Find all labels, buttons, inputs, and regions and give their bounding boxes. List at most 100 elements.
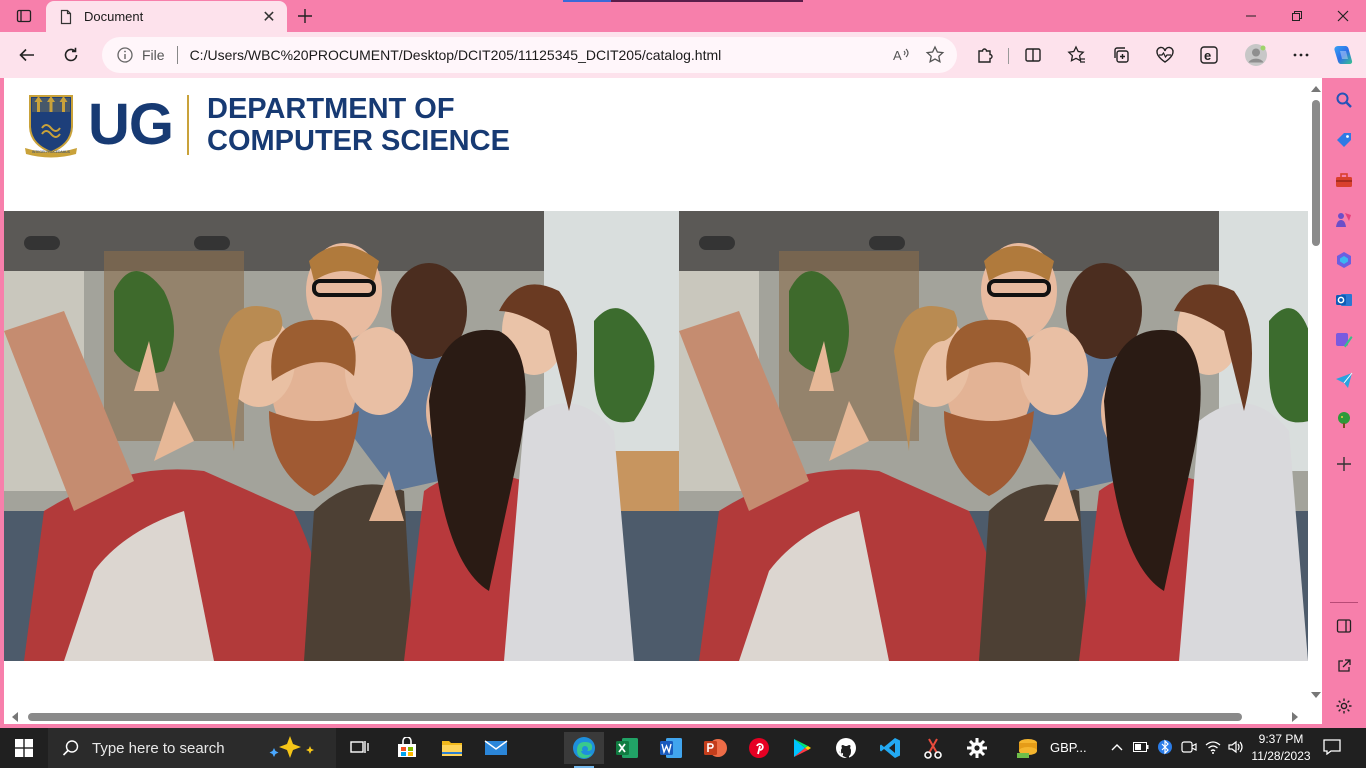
sidebar-designer[interactable]: [1332, 328, 1356, 352]
taskbar-google-play[interactable]: [782, 732, 822, 764]
notification-center[interactable]: [1323, 738, 1341, 756]
copilot-button[interactable]: [1328, 40, 1358, 70]
bluetooth-indicator[interactable]: [1156, 738, 1174, 756]
m365-icon: [1337, 252, 1351, 268]
favorites-button[interactable]: [1062, 40, 1092, 70]
scroll-left-arrow[interactable]: [12, 712, 18, 722]
sidebar-telegram[interactable]: [1332, 368, 1356, 392]
network-indicator[interactable]: [1204, 738, 1222, 756]
extensions-button[interactable]: [970, 40, 1000, 70]
sidebar-hide[interactable]: [1332, 614, 1356, 638]
ug-logo-text: UG: [88, 92, 174, 157]
tab-actions-icon: [16, 9, 32, 23]
tab-actions-button[interactable]: [8, 4, 40, 28]
taskbar-search-box[interactable]: Type here to search: [48, 728, 336, 768]
sidebar-add[interactable]: [1332, 452, 1356, 476]
favorite-button[interactable]: [923, 43, 947, 67]
settings-more-button[interactable]: [1286, 40, 1316, 70]
shopping-tag-icon: [1337, 133, 1351, 147]
close-tab-icon[interactable]: ✕: [261, 9, 277, 26]
performance-button[interactable]: [1150, 40, 1180, 70]
search-placeholder: Type here to search: [92, 739, 225, 757]
collections-button[interactable]: [1106, 40, 1136, 70]
window-controls: [1228, 0, 1366, 32]
sidebar-panel-icon: [1336, 619, 1352, 633]
pinterest-icon: [749, 738, 769, 758]
read-aloud-button[interactable]: A: [889, 43, 913, 67]
split-screen-icon: [1025, 48, 1041, 62]
close-window-button[interactable]: [1320, 0, 1366, 32]
taskbar-file-explorer[interactable]: [432, 732, 472, 764]
horizontal-scrollbar[interactable]: [4, 710, 1308, 724]
sidebar-search[interactable]: [1332, 88, 1356, 112]
tree-icon: [1338, 412, 1350, 428]
minimize-button[interactable]: [1228, 0, 1274, 32]
browser-essentials-button[interactable]: e: [1194, 40, 1224, 70]
group-selfie-photo-2: [679, 211, 1308, 661]
heartbeat-icon: [1156, 46, 1174, 63]
sidebar-shopping[interactable]: [1332, 128, 1356, 152]
address-bar[interactable]: File C:/Users/WBC%20PROCUMENT/Desktop/DC…: [102, 37, 957, 73]
browser-toolbar: File C:/Users/WBC%20PROCUMENT/Desktop/DC…: [0, 32, 1366, 78]
taskbar-clock[interactable]: 9:37 PM 11/28/2023: [1250, 731, 1312, 765]
toolbox-icon: [1336, 173, 1352, 187]
sidebar-open-external[interactable]: [1332, 654, 1356, 678]
currency-icon: [1017, 739, 1037, 758]
taskbar-powerpoint[interactable]: [695, 732, 735, 764]
horizontal-scroll-thumb[interactable]: [28, 713, 1242, 721]
taskbar-settings[interactable]: [957, 732, 997, 764]
browser-tab[interactable]: Document ✕: [46, 1, 287, 32]
task-view-button[interactable]: [340, 732, 380, 764]
meet-now-indicator[interactable]: [1180, 738, 1198, 756]
profile-button[interactable]: [1241, 40, 1271, 70]
folder-icon: [442, 741, 462, 756]
vertical-scroll-thumb[interactable]: [1312, 100, 1320, 246]
sidebar-tools[interactable]: [1332, 168, 1356, 192]
volume-indicator[interactable]: [1227, 738, 1245, 756]
taskbar-snipping-tool[interactable]: [913, 732, 953, 764]
sidebar-tree-app[interactable]: [1332, 408, 1356, 432]
address-separator: [176, 46, 178, 64]
taskbar-edge[interactable]: [564, 732, 604, 768]
scroll-up-arrow[interactable]: [1311, 86, 1321, 92]
games-icon: [1336, 213, 1351, 227]
sidebar-copilot-365[interactable]: [1332, 248, 1356, 272]
back-arrow-icon: [19, 48, 34, 62]
taskbar-microsoft-store[interactable]: [387, 732, 427, 764]
browser-titlebar: Document ✕: [0, 0, 1366, 32]
taskbar-mail[interactable]: [476, 732, 516, 764]
vscode-icon: [880, 738, 900, 758]
chevron-up-icon: [1111, 744, 1123, 751]
sidebar-games[interactable]: [1332, 208, 1356, 232]
taskbar-pinterest[interactable]: [739, 732, 779, 764]
taskbar-weather-widget[interactable]: [1008, 732, 1048, 764]
refresh-button[interactable]: [56, 40, 86, 70]
widget-label[interactable]: GBP...: [1050, 740, 1087, 755]
window-accent-line: [563, 0, 803, 2]
restore-button[interactable]: [1274, 0, 1320, 32]
info-icon[interactable]: [116, 46, 134, 64]
start-button[interactable]: [0, 728, 48, 768]
vertical-scrollbar[interactable]: [1308, 78, 1322, 712]
url-text[interactable]: C:/Users/WBC%20PROCUMENT/Desktop/DCIT205…: [190, 47, 889, 63]
scroll-right-arrow[interactable]: [1292, 712, 1298, 722]
show-hidden-icons[interactable]: [1108, 738, 1126, 756]
taskbar-github[interactable]: [826, 732, 866, 764]
taskbar-word[interactable]: [651, 732, 691, 764]
new-tab-button[interactable]: [292, 4, 318, 28]
powerpoint-icon: [704, 739, 727, 757]
taskbar-vscode[interactable]: [870, 732, 910, 764]
sidebar-settings[interactable]: [1332, 694, 1356, 718]
ug-crest-logo: INTEGRI PROCEDAMUS: [25, 95, 77, 158]
sidebar-outlook[interactable]: [1332, 288, 1356, 312]
split-screen-button[interactable]: [1018, 40, 1048, 70]
store-icon: [398, 737, 416, 757]
department-line-1: DEPARTMENT OF: [207, 93, 455, 125]
back-button[interactable]: [12, 40, 42, 70]
battery-indicator[interactable]: [1132, 738, 1150, 756]
battery-icon: [1133, 742, 1149, 752]
task-view-icon: [350, 741, 369, 753]
taskbar-excel[interactable]: [607, 732, 647, 764]
scroll-down-arrow[interactable]: [1311, 692, 1321, 698]
snipping-icon: [924, 738, 942, 759]
